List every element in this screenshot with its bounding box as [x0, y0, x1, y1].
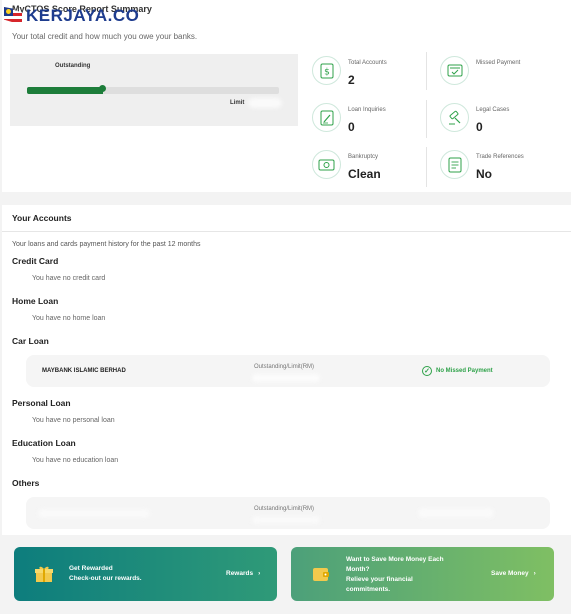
rewards-subtitle: Check-out our rewards. [69, 575, 142, 582]
score-summary-card: MyCTOS Score Report Summary Your total c… [2, 0, 571, 192]
stats-divider [426, 52, 427, 90]
stat-label: Bankruptcy [348, 154, 379, 160]
stat-value: 0 [476, 120, 483, 134]
outstanding-limit-label: Outstanding/Limit(RM) [254, 506, 315, 512]
credit-usage-bar-fill [27, 87, 103, 94]
redacted-bank-name [38, 509, 150, 518]
category-education-loan: Education Loan [12, 438, 76, 448]
save-line-2: Month? [346, 566, 370, 573]
loan-inquiry-pen-icon [312, 103, 341, 132]
svg-text:$: $ [324, 67, 330, 77]
dollar-document-icon: $ [312, 56, 341, 85]
credit-usage-bar [27, 87, 279, 94]
save-line-3: Relieve your financial [346, 576, 413, 583]
malaysia-flag-icon [4, 7, 22, 25]
rewards-link[interactable]: Rewards › [226, 570, 260, 577]
wallet-icon [311, 564, 331, 584]
stat-value: No [476, 167, 492, 181]
limit-label: Limit [230, 100, 245, 106]
empty-education-loan: You have no education loan [32, 457, 119, 464]
watermark-text: KERJAYA.CO [26, 6, 140, 25]
check-circle-icon: ✓ [422, 366, 432, 376]
rewards-link-label: Rewards [226, 570, 254, 577]
stat-label: Legal Cases [476, 107, 510, 113]
accounts-subtitle: Your loans and cards payment history for… [12, 241, 201, 248]
category-others: Others [12, 478, 40, 488]
save-money-link-label: Save Money [491, 570, 529, 577]
category-car-loan: Car Loan [12, 336, 49, 346]
empty-credit-card: You have no credit card [32, 275, 106, 282]
stats-divider [426, 147, 427, 187]
empty-home-loan: You have no home loan [32, 315, 106, 322]
stat-label: Trade References [476, 154, 524, 160]
stat-value: 0 [348, 120, 355, 134]
category-home-loan: Home Loan [12, 296, 59, 306]
other-account-row[interactable]: Outstanding/Limit(RM) [26, 497, 550, 529]
category-credit-card: Credit Card [12, 256, 59, 266]
gift-icon [34, 564, 54, 584]
redacted-amount [252, 374, 320, 382]
stat-value: Clean [348, 167, 381, 181]
stat-label: Total Accounts [348, 60, 387, 66]
empty-personal-loan: You have no personal loan [32, 417, 115, 424]
missed-payment-card-icon [440, 56, 469, 85]
save-money-banner[interactable]: Want to Save More Money Each Month? Reli… [291, 547, 554, 601]
summary-subtitle: Your total credit and how much you owe y… [12, 32, 198, 41]
divider [2, 231, 571, 232]
credit-usage-panel: Outstanding Limit [10, 54, 298, 126]
chevron-right-icon: › [533, 570, 536, 577]
stat-label: Missed Payment [476, 60, 521, 66]
payment-status-text: No Missed Payment [436, 368, 493, 374]
redacted-status [418, 508, 494, 518]
your-accounts-card: Your Accounts Your loans and cards payme… [2, 205, 571, 535]
save-line-4: commitments. [346, 586, 391, 593]
category-personal-loan: Personal Loan [12, 398, 71, 408]
chevron-right-icon: › [258, 570, 261, 577]
stat-value: 2 [348, 73, 355, 87]
accounts-title: Your Accounts [12, 213, 72, 223]
rewards-title: Get Rewarded [69, 565, 113, 572]
rewards-banner[interactable]: Get Rewarded Check-out our rewards. Rewa… [14, 547, 277, 601]
trade-reference-document-icon [440, 150, 469, 179]
kerjaya-watermark-logo: KERJAYA.CO [4, 6, 139, 26]
redacted-limit-amount [248, 98, 282, 108]
stats-divider [426, 100, 427, 138]
bank-name: MAYBANK ISLAMIC BERHAD [42, 368, 126, 374]
loan-account-row[interactable]: MAYBANK ISLAMIC BERHAD Outstanding/Limit… [26, 355, 550, 387]
save-line-1: Want to Save More Money Each [346, 556, 444, 563]
stat-label: Loan Inquiries [348, 107, 386, 113]
gavel-icon [440, 103, 469, 132]
save-money-link[interactable]: Save Money › [491, 570, 536, 577]
redacted-amount [252, 516, 320, 524]
payment-status: ✓ No Missed Payment [422, 366, 493, 376]
cash-icon [312, 150, 341, 179]
outstanding-limit-label: Outstanding/Limit(RM) [254, 364, 315, 370]
outstanding-label: Outstanding [55, 63, 91, 69]
